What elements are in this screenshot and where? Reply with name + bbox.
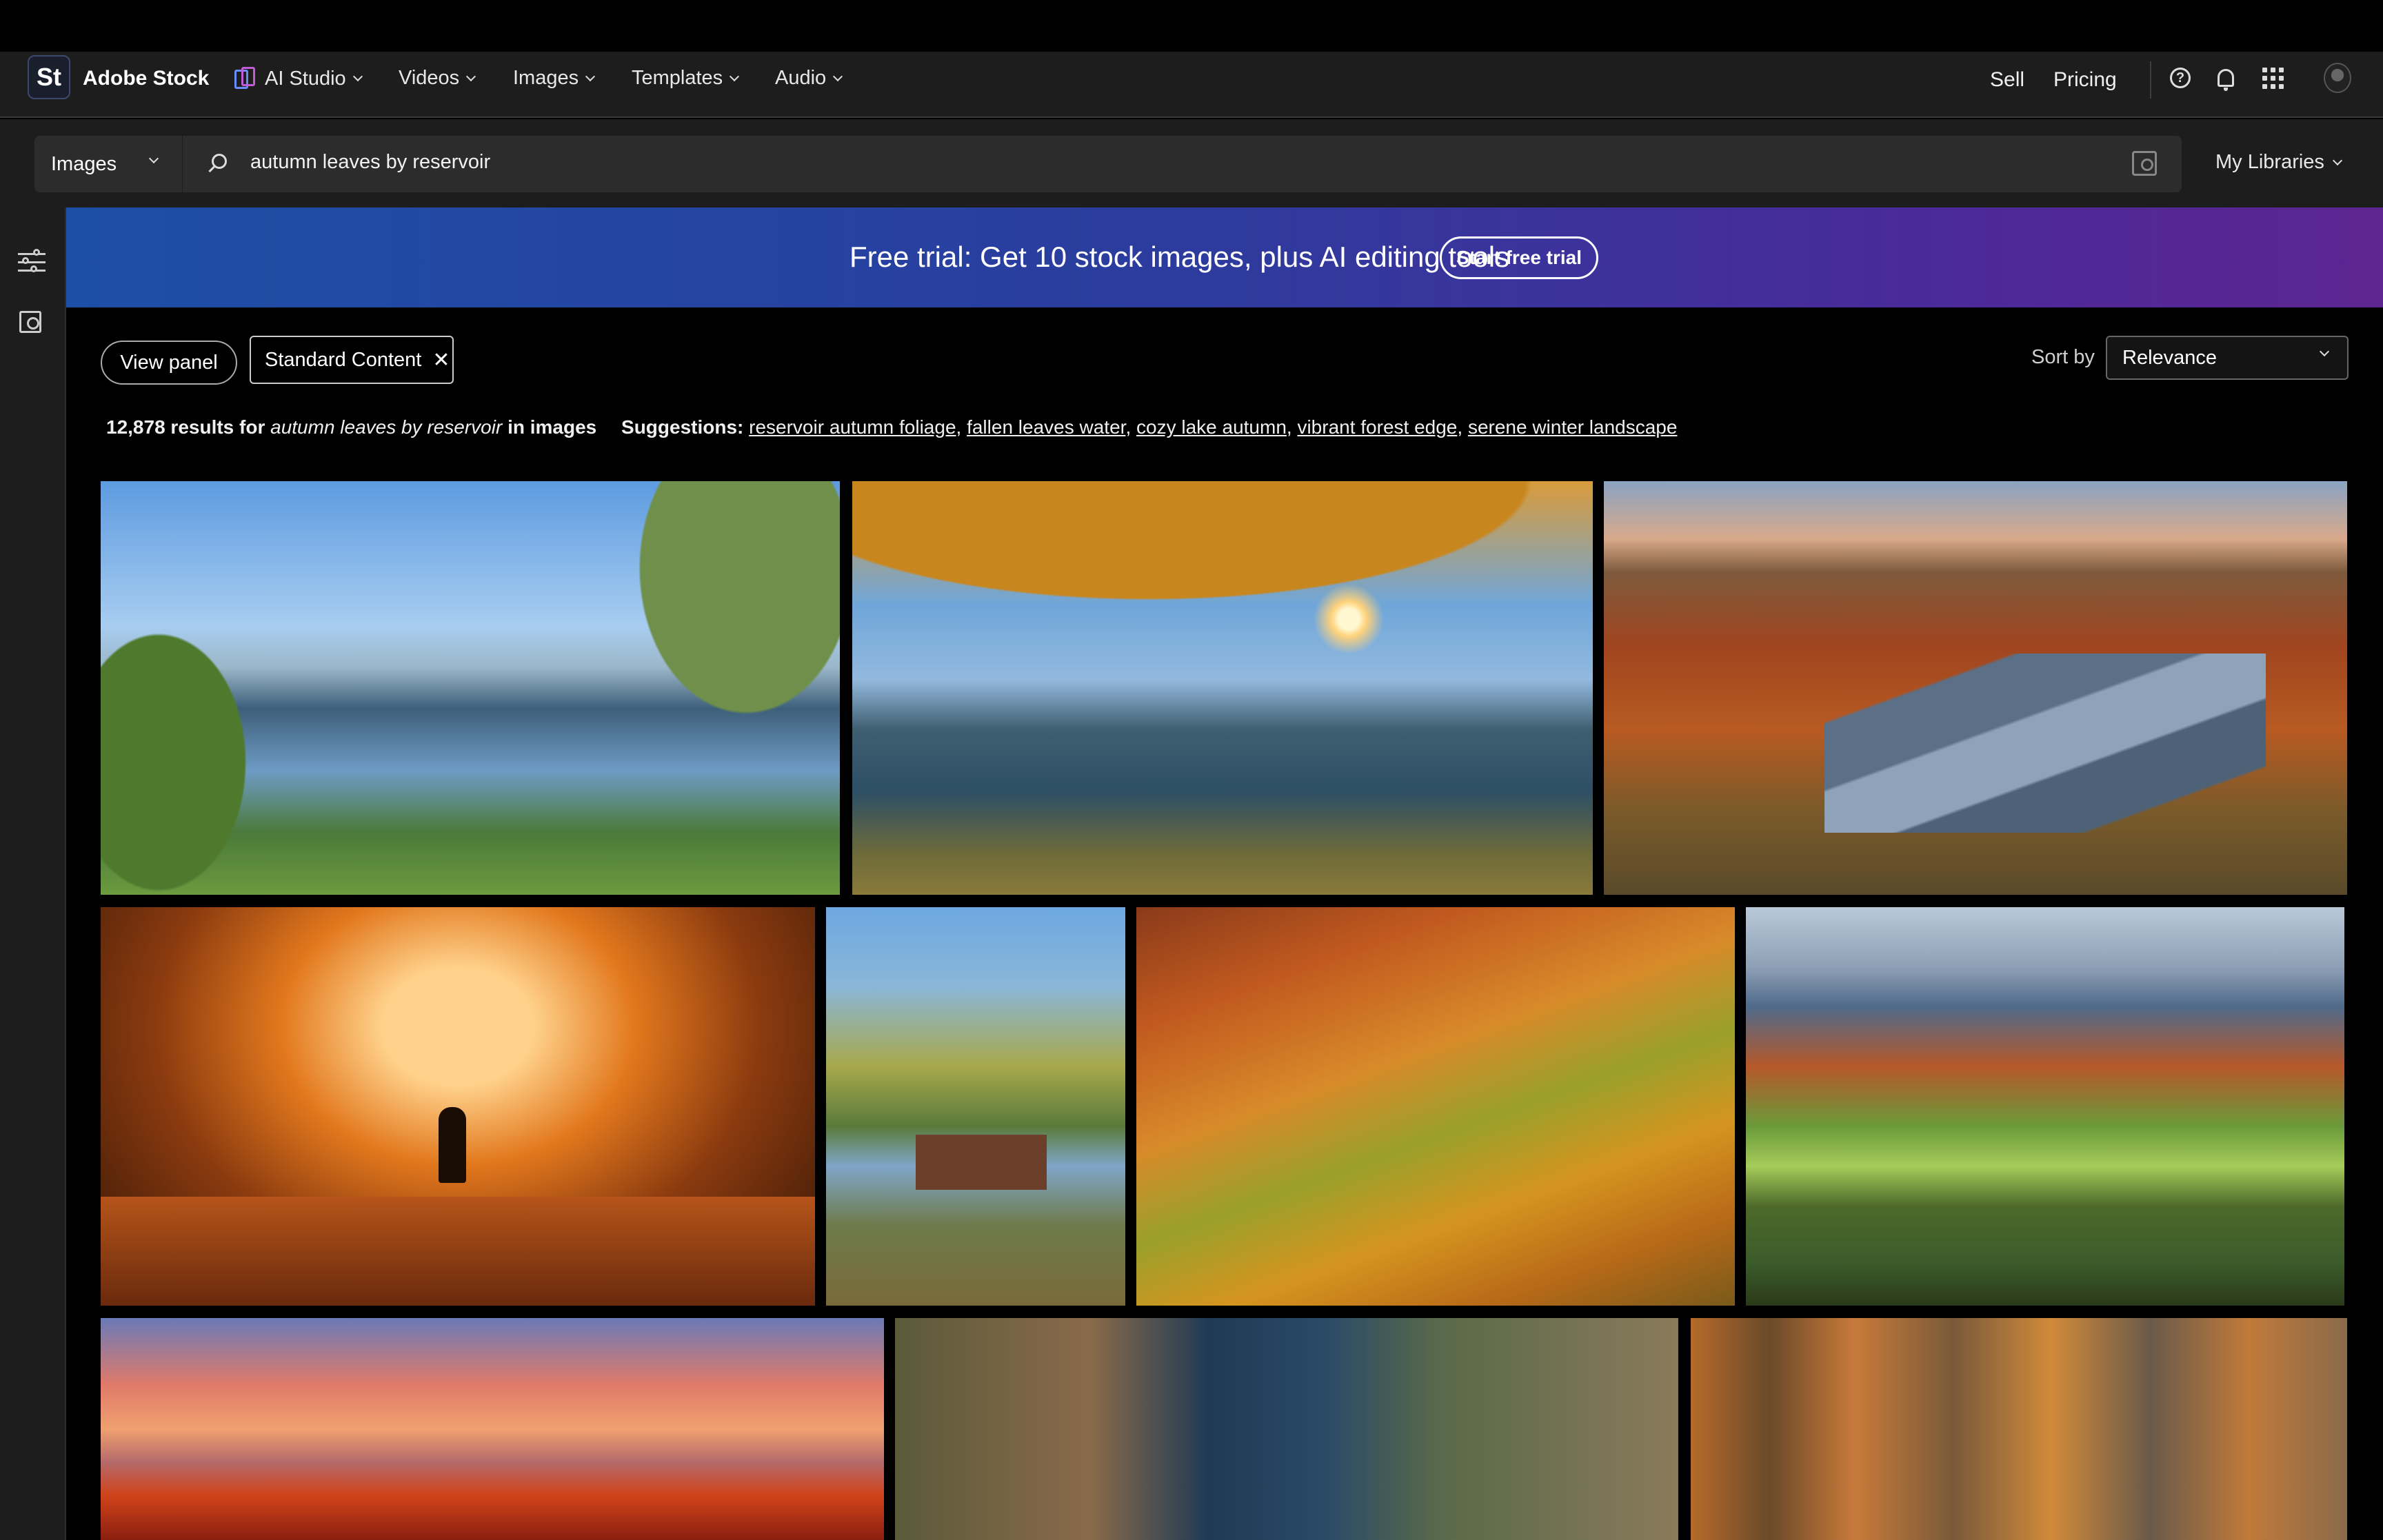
view-panel-button[interactable]: View panel — [101, 341, 237, 385]
suggestion-link[interactable]: serene winter landscape — [1468, 416, 1678, 438]
chevron-down-icon — [585, 71, 596, 81]
nav-videos[interactable]: Videos — [399, 67, 476, 90]
result-image[interactable] — [852, 481, 1593, 895]
result-image[interactable] — [101, 1318, 884, 1540]
result-image[interactable] — [1691, 1318, 2347, 1540]
result-image[interactable] — [101, 481, 840, 895]
sort-select[interactable]: Relevance — [2106, 336, 2349, 380]
search-icon — [212, 154, 227, 169]
top-navbar: St Adobe Stock AI Studio Videos Images T… — [0, 52, 2383, 118]
chevron-down-icon — [466, 71, 476, 81]
result-image[interactable] — [826, 907, 1125, 1306]
nav-audio-label: Audio — [775, 67, 827, 89]
chip-label: Standard Content — [265, 348, 422, 371]
free-trial-banner: Free trial: Get 10 stock images, plus AI… — [66, 207, 2383, 307]
profile-button[interactable] — [2324, 63, 2351, 93]
nav-ai-studio[interactable]: AI Studio — [234, 67, 363, 90]
result-image[interactable] — [1604, 481, 2347, 895]
chevron-down-icon — [352, 71, 363, 82]
suggestion-link[interactable]: cozy lake autumn — [1136, 416, 1287, 438]
nav-videos-label: Videos — [399, 67, 460, 89]
results-summary: 12,878 results for autumn leaves by rese… — [106, 416, 1678, 438]
chevron-down-icon — [148, 153, 159, 164]
apps-grid-icon — [2262, 67, 2284, 89]
results-query: autumn leaves by reservoir — [270, 416, 503, 438]
notifications-button[interactable] — [2212, 64, 2240, 92]
result-image[interactable] — [101, 907, 815, 1306]
search-row: Images autumn leaves by reservoir My Lib… — [0, 119, 2383, 207]
brand-name[interactable]: Adobe Stock — [83, 67, 209, 90]
chevron-down-icon — [730, 71, 740, 81]
ai-studio-icon — [234, 67, 259, 90]
search-query: autumn leaves by reservoir — [250, 151, 491, 173]
suggestion-link[interactable]: reservoir autumn foliage — [749, 416, 956, 438]
bell-icon — [2218, 69, 2234, 91]
chevron-down-icon — [2319, 346, 2330, 357]
apps-button[interactable] — [2259, 64, 2286, 92]
chevron-down-icon — [2332, 155, 2343, 165]
top-bezel — [0, 0, 2383, 52]
standard-content-chip[interactable]: Standard Content ✕ — [250, 336, 454, 384]
nav-templates-label: Templates — [632, 67, 723, 89]
nav-divider — [2150, 61, 2151, 99]
nav-images[interactable]: Images — [513, 67, 596, 90]
my-libraries-button[interactable]: My Libraries — [2215, 151, 2343, 174]
visual-search-icon[interactable] — [19, 311, 41, 333]
suggestion-link[interactable]: fallen leaves water — [967, 416, 1125, 438]
adobe-stock-logo[interactable]: St — [28, 55, 70, 99]
help-icon: ? — [2170, 68, 2191, 88]
my-libraries-label: My Libraries — [2215, 151, 2324, 173]
results-scope: in images — [507, 416, 597, 438]
suggestion-link[interactable]: vibrant forest edge — [1297, 416, 1457, 438]
suggestions-label: Suggestions: — [621, 416, 744, 438]
close-icon[interactable]: ✕ — [432, 348, 450, 372]
asset-type-value: Images — [51, 152, 117, 175]
result-image[interactable] — [1746, 907, 2344, 1306]
avatar — [2324, 63, 2351, 93]
left-sidebar — [0, 207, 66, 1540]
nav-templates[interactable]: Templates — [632, 67, 740, 90]
asset-type-select[interactable]: Images — [34, 136, 182, 192]
filters-icon[interactable] — [18, 249, 46, 275]
result-image[interactable] — [1136, 907, 1735, 1306]
chevron-down-icon — [833, 71, 843, 81]
sell-link[interactable]: Sell — [1990, 68, 2024, 92]
help-button[interactable]: ? — [2166, 64, 2194, 92]
result-image[interactable] — [895, 1318, 1678, 1540]
start-free-trial-button[interactable]: Start free trial — [1440, 236, 1598, 279]
nav-ai-studio-label: AI Studio — [265, 67, 346, 90]
visual-search-icon[interactable] — [2132, 151, 2157, 176]
search-input[interactable]: autumn leaves by reservoir — [182, 136, 2182, 192]
sort-value: Relevance — [2122, 346, 2218, 369]
nav-images-label: Images — [513, 67, 579, 89]
pricing-link[interactable]: Pricing — [2053, 68, 2117, 92]
banner-text: Free trial: Get 10 stock images, plus AI… — [849, 241, 1510, 273]
results-count: 12,878 results for — [106, 416, 265, 438]
nav-audio[interactable]: Audio — [775, 67, 843, 90]
sort-label: Sort by — [2031, 346, 2095, 368]
